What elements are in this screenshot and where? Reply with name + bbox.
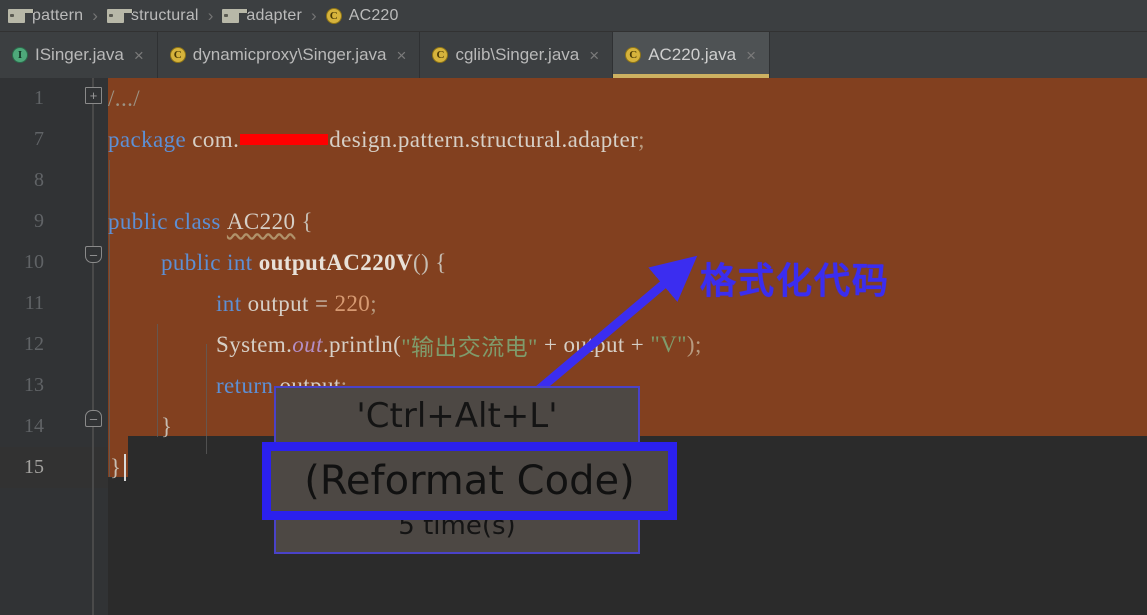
fold-collapse-start-icon[interactable]: – bbox=[85, 246, 102, 263]
code-token-field: out bbox=[292, 331, 323, 357]
java-class-icon: C bbox=[325, 7, 342, 24]
java-interface-icon: I bbox=[12, 47, 28, 63]
text-caret bbox=[124, 454, 126, 481]
code-line-10[interactable]: public int outputAC220V () { bbox=[108, 242, 1147, 283]
java-class-icon: C bbox=[169, 47, 186, 63]
java-class-icon: C bbox=[625, 47, 642, 63]
line-number: 8 bbox=[34, 169, 44, 191]
line-number: 14 bbox=[24, 415, 44, 437]
folder-icon bbox=[222, 8, 249, 23]
breadcrumb-item-pattern[interactable]: pattern bbox=[8, 0, 83, 31]
code-line-11[interactable]: int output = 220 ; bbox=[108, 283, 1147, 324]
editor-tab-bar: I ISinger.java × C dynamicproxy\Singer.j… bbox=[0, 32, 1147, 78]
code-token-number: 220 bbox=[334, 290, 371, 316]
tab-cglib-singer-java[interactable]: C cglib\Singer.java × bbox=[420, 32, 614, 78]
folder-icon bbox=[8, 8, 34, 23]
breadcrumb-separator: › bbox=[311, 5, 317, 25]
code-line-7[interactable]: package com. design.pattern.structural.a… bbox=[108, 119, 1147, 160]
breadcrumb-item-ac220[interactable]: C AC220 bbox=[325, 0, 399, 31]
java-class-icon: C bbox=[432, 47, 449, 63]
code-token-keyword: int bbox=[216, 290, 242, 316]
fold-collapse-end-icon[interactable]: – bbox=[85, 410, 102, 427]
hint-action-name-highlight: (Reformat Code) bbox=[262, 442, 677, 520]
code-token-keyword: public bbox=[108, 208, 168, 234]
code-token-brace: { bbox=[301, 208, 313, 234]
code-token-text: output = bbox=[241, 290, 335, 316]
breadcrumb-item-structural[interactable]: structural bbox=[106, 0, 199, 31]
line-number: 12 bbox=[24, 333, 44, 355]
code-token-punct: ); bbox=[686, 331, 702, 357]
line-number: 1 bbox=[34, 87, 44, 109]
code-token-string: "输出交流电" bbox=[401, 334, 538, 360]
code-token-class-name: AC220 bbox=[226, 208, 296, 234]
code-token-punct: ; bbox=[638, 126, 645, 152]
line-number: 13 bbox=[24, 374, 44, 396]
code-token-keyword: int bbox=[227, 249, 253, 275]
close-icon[interactable]: × bbox=[397, 47, 407, 64]
line-number: 9 bbox=[34, 210, 44, 232]
tab-label: cglib\Singer.java bbox=[455, 45, 580, 64]
tab-isinger-java[interactable]: I ISinger.java × bbox=[0, 32, 158, 78]
code-line-12[interactable]: System. out .println( "输出交流电" + output +… bbox=[108, 324, 1147, 365]
line-number: 10 bbox=[24, 251, 44, 273]
folder-icon bbox=[106, 8, 133, 23]
redaction-bar bbox=[240, 134, 329, 145]
breadcrumb-label: structural bbox=[130, 6, 199, 24]
tab-label: AC220.java bbox=[648, 45, 737, 64]
code-token-keyword: public bbox=[161, 249, 221, 275]
code-token-comment: /.../ bbox=[108, 85, 141, 111]
close-icon[interactable]: × bbox=[134, 47, 144, 64]
code-token-text: com. bbox=[186, 126, 240, 152]
code-token-method: .println( bbox=[322, 331, 402, 357]
annotation-text-chinese: 格式化代码 bbox=[700, 261, 891, 302]
code-token-method: outputAC220V bbox=[258, 249, 414, 275]
line-number: 15 bbox=[24, 456, 44, 478]
hint-action-name: (Reformat Code) bbox=[304, 458, 635, 504]
breadcrumb-label: AC220 bbox=[348, 6, 399, 24]
breadcrumb-separator: › bbox=[92, 5, 98, 25]
breadcrumb-label: pattern bbox=[32, 6, 84, 24]
code-token-brace: } bbox=[161, 413, 173, 439]
code-token-punct: ; bbox=[370, 290, 377, 316]
close-icon[interactable]: × bbox=[589, 47, 599, 64]
code-line-9[interactable]: public class AC220 { bbox=[108, 201, 1147, 242]
code-token-keyword: return bbox=[216, 372, 274, 398]
breadcrumb-label: adapter bbox=[246, 6, 303, 24]
line-number: 7 bbox=[34, 128, 44, 150]
breadcrumb-item-adapter[interactable]: adapter bbox=[222, 0, 302, 31]
code-line-1[interactable]: /.../ bbox=[108, 78, 1147, 119]
code-token-string: "V" bbox=[650, 331, 687, 357]
tab-label: ISinger.java bbox=[35, 45, 124, 64]
code-token-text: System. bbox=[216, 331, 293, 357]
breadcrumb-separator: › bbox=[207, 5, 214, 25]
code-token-text: design.pattern.structural.adapter bbox=[329, 126, 639, 152]
hint-shortcut: 'Ctrl+Alt+L' bbox=[356, 396, 558, 436]
code-token-brace: } bbox=[110, 454, 122, 480]
close-icon[interactable]: × bbox=[746, 47, 756, 64]
code-token-brace: { bbox=[435, 249, 447, 275]
code-line-8[interactable] bbox=[108, 160, 1147, 201]
tab-label: dynamicproxy\Singer.java bbox=[192, 45, 387, 64]
editor-gutter[interactable]: 1 7 8 9 10 11 12 13 14 15 + – – bbox=[0, 78, 108, 615]
code-token-keyword: package bbox=[108, 126, 187, 152]
code-folding-bar bbox=[92, 78, 94, 615]
line-number: 11 bbox=[24, 292, 44, 314]
code-token-keyword: class bbox=[174, 208, 221, 234]
tab-dynamicproxy-singer-java[interactable]: C dynamicproxy\Singer.java × bbox=[157, 32, 421, 78]
ide-window: pattern › structural › adapter › C AC220… bbox=[0, 0, 1147, 615]
code-token-text: + output + bbox=[537, 331, 651, 357]
tab-ac220-java[interactable]: C AC220.java × bbox=[613, 32, 771, 78]
code-token-parens: () bbox=[413, 249, 430, 275]
fold-expand-icon[interactable]: + bbox=[85, 87, 102, 104]
breadcrumb: pattern › structural › adapter › C AC220 bbox=[0, 0, 1147, 32]
